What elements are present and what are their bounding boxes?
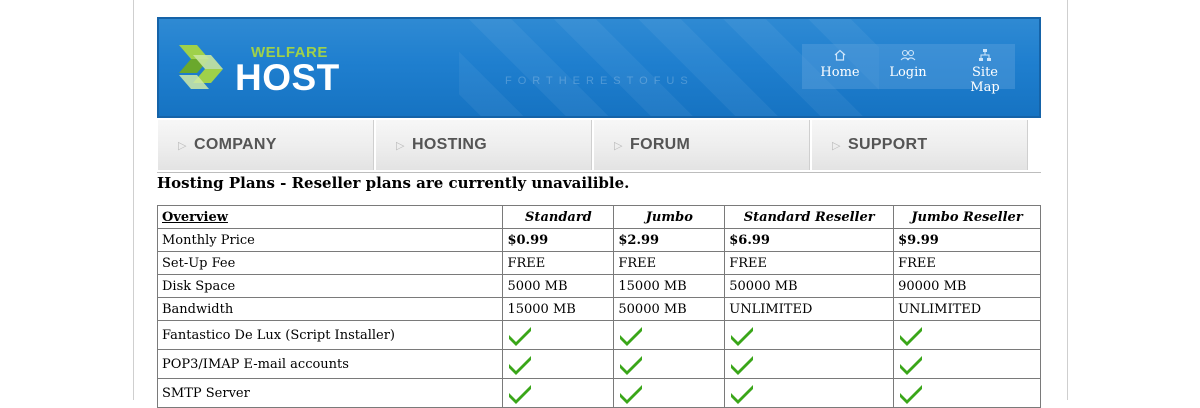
table-header-jumbo-reseller: Jumbo Reseller <box>893 205 1041 229</box>
table-cell: 15000 MB <box>613 274 726 298</box>
header-banner: WELFARE HOST FORTHERESTOFUS Home Login S… <box>157 17 1041 118</box>
check-cell <box>724 320 895 350</box>
tab-arrow-icon: ▷ <box>178 139 187 152</box>
table-cell: 50000 MB <box>613 297 726 321</box>
tab-arrow-icon: ▷ <box>396 139 405 152</box>
page-title: Hosting Plans - Reseller plans are curre… <box>157 174 630 192</box>
check-cell <box>613 320 726 350</box>
logo-host-text: HOST <box>235 57 340 98</box>
checkmark-icon <box>618 382 644 404</box>
row-label: Fantastico De Lux (Script Installer) <box>156 320 504 350</box>
tagline: FORTHERESTOFUS <box>505 75 694 87</box>
check-cell <box>502 320 615 350</box>
check-cell <box>502 378 615 408</box>
checkmark-icon <box>898 324 924 346</box>
table-cell: FREE <box>502 251 615 275</box>
check-cell <box>893 378 1041 408</box>
tab-forum-label: FORUM <box>630 136 691 153</box>
table-row: Monthly Price $0.99 $2.99 $6.99 $9.99 <box>156 228 1041 252</box>
table-cell: 50000 MB <box>724 274 895 298</box>
row-label: Disk Space <box>156 274 504 298</box>
table-header-overview: Overview <box>156 205 504 229</box>
sitemap-icon <box>957 48 1013 64</box>
tab-arrow-icon: ▷ <box>614 139 623 152</box>
logo-chevrons-icon <box>179 45 223 89</box>
table-row: POP3/IMAP E-mail accounts <box>156 349 1041 379</box>
check-cell <box>613 349 726 379</box>
table-cell: UNLIMITED <box>893 297 1041 321</box>
checkmark-icon <box>618 353 644 375</box>
table-cell: 90000 MB <box>893 274 1041 298</box>
table-row: Fantastico De Lux (Script Installer) <box>156 320 1041 350</box>
topnav-login[interactable]: Login <box>888 48 928 80</box>
table-cell: FREE <box>724 251 895 275</box>
tab-support[interactable]: ▷ SUPPORT <box>811 120 1028 170</box>
check-cell <box>502 349 615 379</box>
table-row: SMTP Server <box>156 378 1041 408</box>
checkmark-icon <box>729 382 755 404</box>
row-label: Bandwidth <box>156 297 504 321</box>
checkmark-icon <box>507 324 533 346</box>
table-header-standard-reseller: Standard Reseller <box>724 205 895 229</box>
topnav-sitemap-label: Site Map <box>970 65 1000 95</box>
tab-hosting[interactable]: ▷ HOSTING <box>375 120 592 170</box>
tab-forum[interactable]: ▷ FORUM <box>593 120 810 170</box>
table-row: Bandwidth 15000 MB 50000 MB UNLIMITED UN… <box>156 297 1041 321</box>
row-label: SMTP Server <box>156 378 504 408</box>
price-cell: $2.99 <box>613 228 726 252</box>
check-cell <box>724 349 895 379</box>
users-icon <box>888 48 928 64</box>
checkmark-icon <box>898 353 924 375</box>
topnav-sitemap[interactable]: Site Map <box>957 48 1013 95</box>
checkmark-icon <box>618 324 644 346</box>
top-nav: Home Login Site Map <box>802 44 1015 95</box>
table-cell: UNLIMITED <box>724 297 895 321</box>
home-icon <box>820 48 860 64</box>
table-cell: 15000 MB <box>502 297 615 321</box>
main-nav: ▷ COMPANY ▷ HOSTING ▷ FORUM ▷ SUPPORT <box>157 120 1041 173</box>
table-cell: FREE <box>893 251 1041 275</box>
row-label: Monthly Price <box>156 228 504 252</box>
table-header-jumbo: Jumbo <box>613 205 726 229</box>
tab-arrow-icon: ▷ <box>832 139 841 152</box>
tab-company[interactable]: ▷ COMPANY <box>157 120 374 170</box>
tab-support-label: SUPPORT <box>848 136 928 153</box>
table-row: Set-Up Fee FREE FREE FREE FREE <box>156 251 1041 275</box>
table-cell: FREE <box>613 251 726 275</box>
table-header-standard: Standard <box>502 205 615 229</box>
table-cell: 5000 MB <box>502 274 615 298</box>
checkmark-icon <box>507 382 533 404</box>
check-cell <box>724 378 895 408</box>
checkmark-icon <box>507 353 533 375</box>
row-label: Set-Up Fee <box>156 251 504 275</box>
logo[interactable]: WELFARE HOST <box>173 39 363 99</box>
checkmark-icon <box>898 382 924 404</box>
checkmark-icon <box>729 353 755 375</box>
topnav-home-label: Home <box>820 65 860 80</box>
tab-company-label: COMPANY <box>194 136 277 153</box>
topnav-home[interactable]: Home <box>820 48 860 80</box>
price-cell: $9.99 <box>893 228 1041 252</box>
topnav-login-label: Login <box>889 65 927 80</box>
price-cell: $6.99 <box>724 228 895 252</box>
table-row: Disk Space 5000 MB 15000 MB 50000 MB 900… <box>156 274 1041 298</box>
tab-hosting-label: HOSTING <box>412 136 487 153</box>
check-cell <box>613 378 726 408</box>
table-header-row: Overview Standard Jumbo Standard Reselle… <box>156 205 1041 229</box>
row-label: POP3/IMAP E-mail accounts <box>156 349 504 379</box>
check-cell <box>893 320 1041 350</box>
price-cell: $0.99 <box>502 228 615 252</box>
check-cell <box>893 349 1041 379</box>
plans-table: Overview Standard Jumbo Standard Reselle… <box>156 205 1041 408</box>
checkmark-icon <box>729 324 755 346</box>
